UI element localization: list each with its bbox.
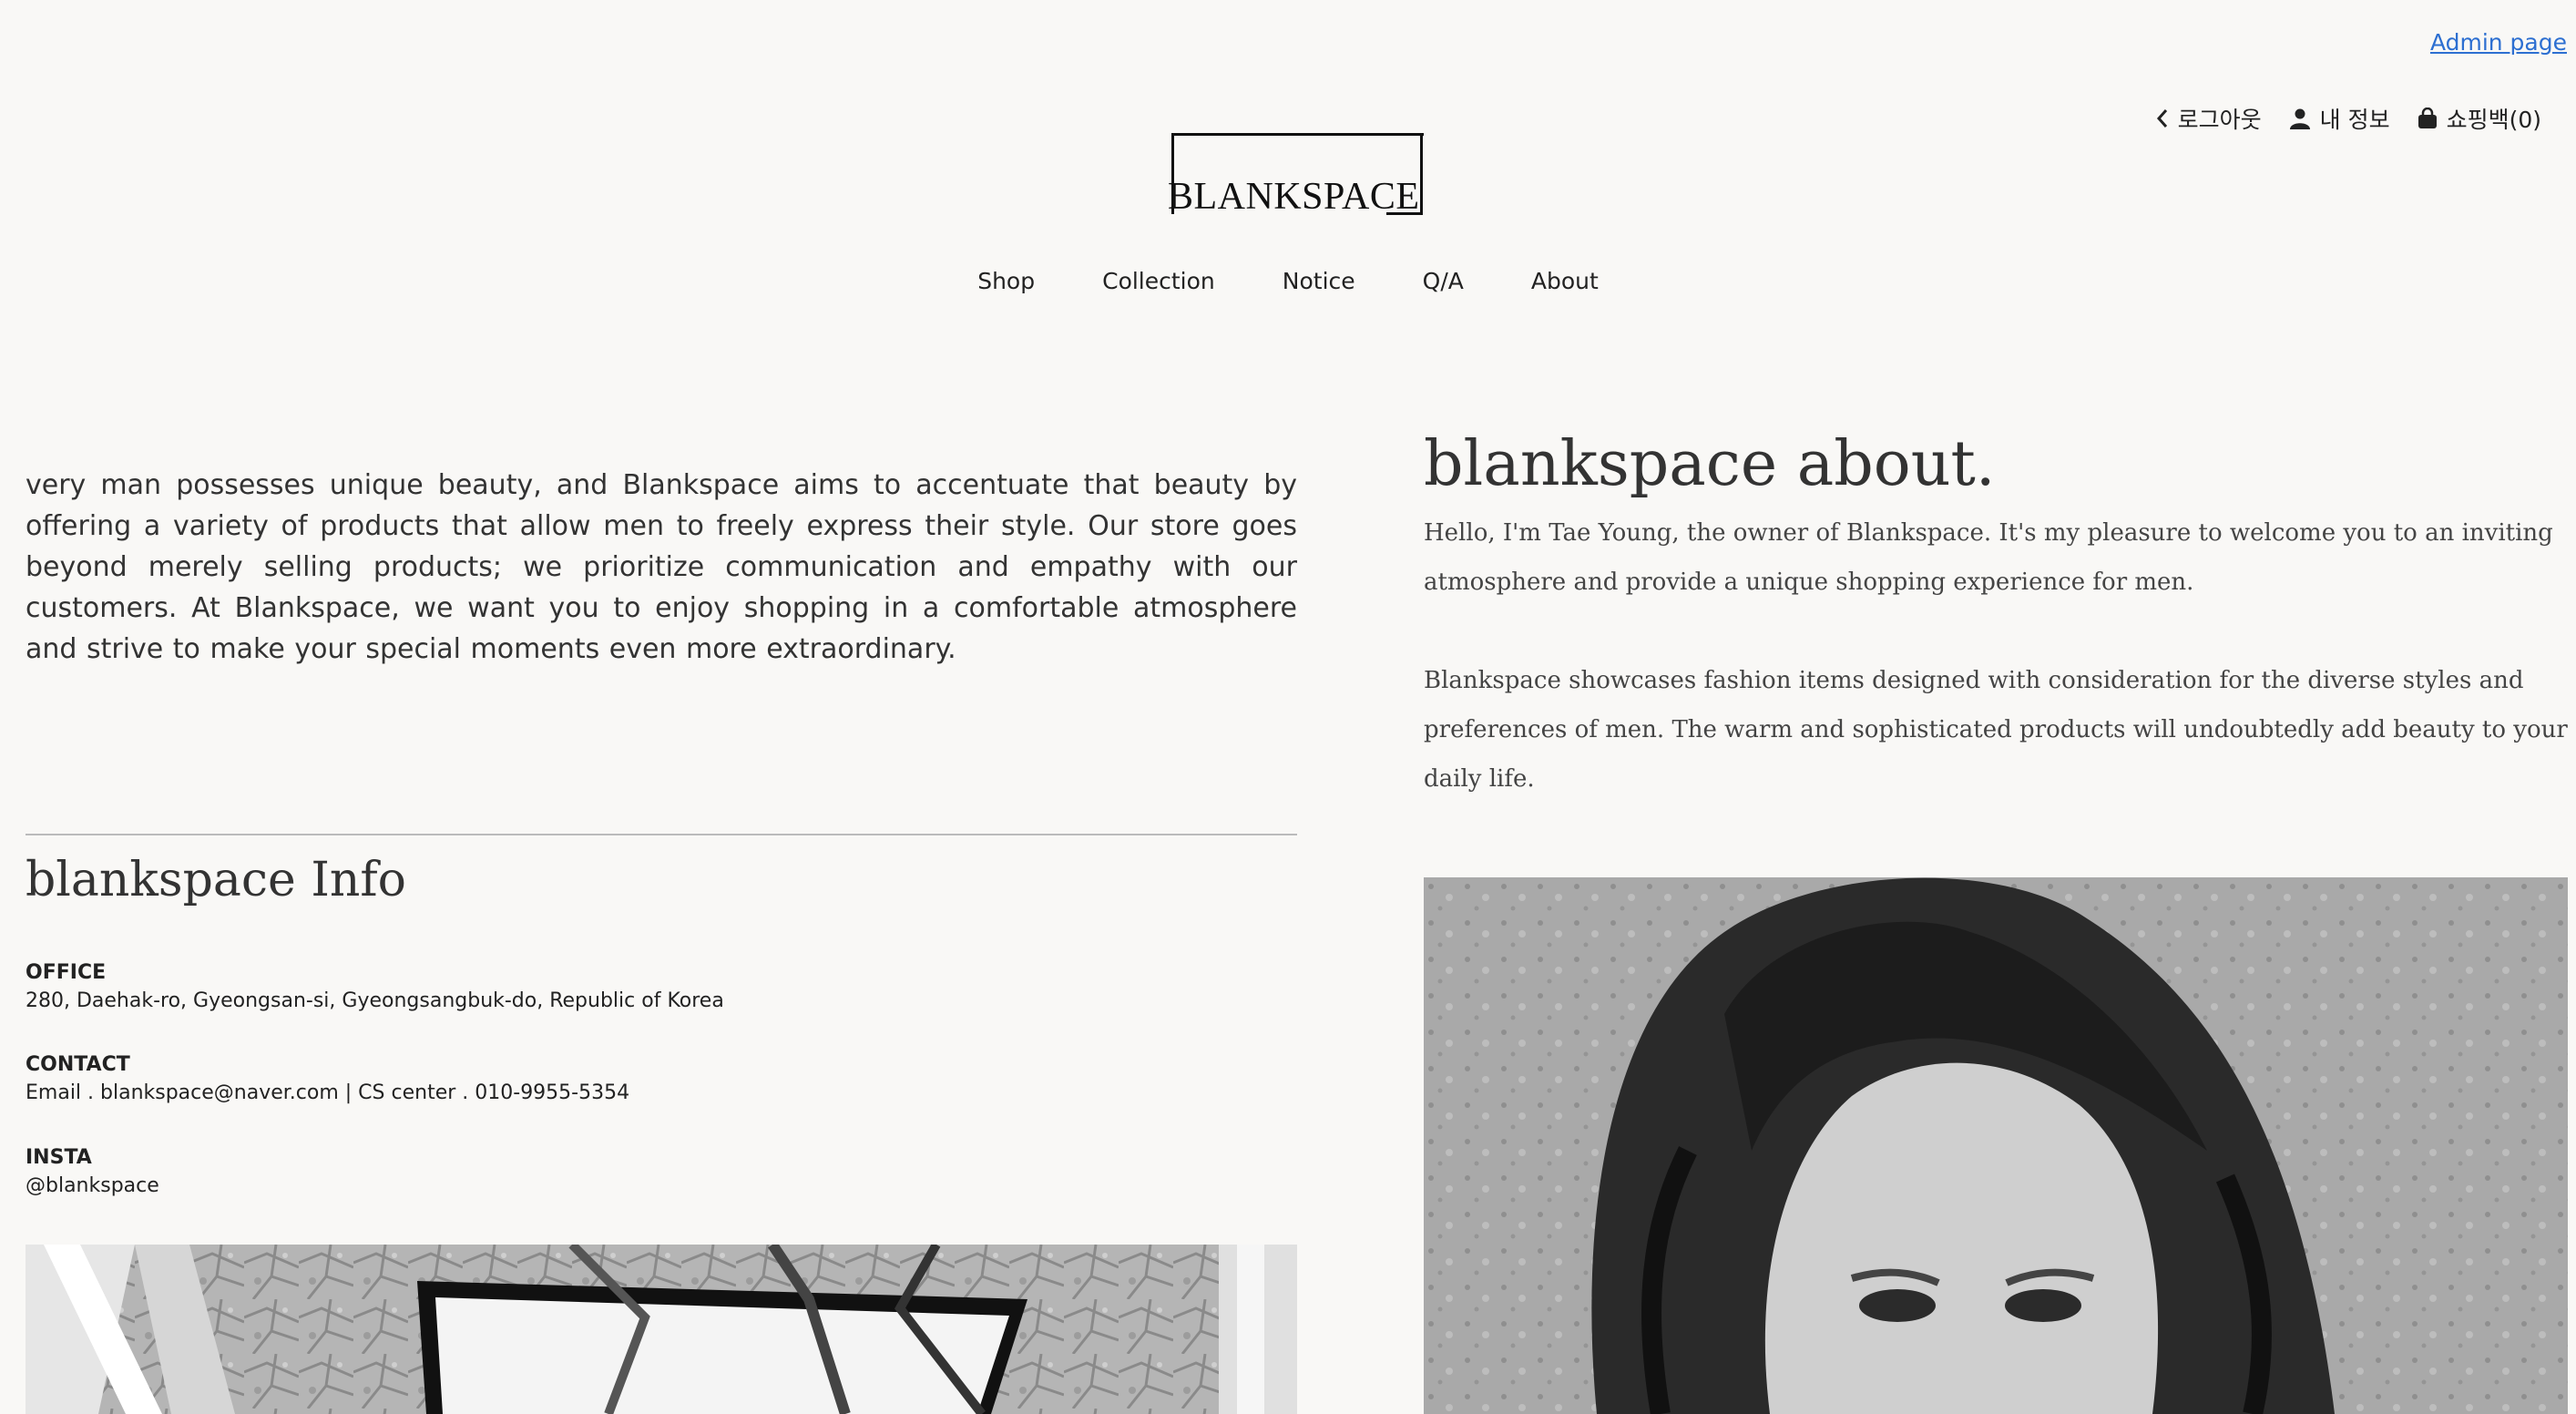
about-section: blankspace about. Hello, I'm Tae Young, … (1424, 421, 2568, 804)
contact-value: Email . blankspace@naver.com | CS center… (26, 1081, 630, 1104)
shopping-bag-label: 쇼핑백(0) (2446, 107, 2541, 133)
nav-about[interactable]: About (1531, 268, 1599, 294)
chevron-left-icon (2156, 108, 2169, 128)
contact-info: CONTACT Email . blankspace@naver.com | C… (26, 1053, 629, 1104)
intro-section: very man possesses unique beauty, and Bl… (26, 465, 1297, 670)
logout-label: 로그아웃 (2177, 107, 2262, 133)
office-value: 280, Daehak-ro, Gyeongsan-si, Gyeongsang… (26, 989, 724, 1012)
user-icon (2289, 108, 2311, 129)
nav-qa[interactable]: Q/A (1423, 268, 1464, 294)
office-info: OFFICE 280, Daehak-ro, Gyeongsan-si, Gye… (26, 961, 724, 1012)
logout-link[interactable]: 로그아웃 (2156, 102, 2262, 135)
bag-icon (2418, 108, 2438, 129)
insta-info: INSTA @blankspace (26, 1146, 159, 1197)
nav-collection[interactable]: Collection (1102, 268, 1215, 294)
about-paragraph-1: Hello, I'm Tae Young, the owner of Blank… (1424, 519, 2553, 596)
store-photo (26, 1245, 1297, 1414)
admin-page-link[interactable]: Admin page (2430, 29, 2567, 56)
intro-text: very man possesses unique beauty, and Bl… (26, 469, 1297, 665)
shopping-bag-link[interactable]: 쇼핑백(0) (2418, 102, 2541, 135)
logo-frame-right (1420, 133, 1423, 213)
about-title: blankspace about. (1424, 428, 1996, 500)
utility-nav: 로그아웃 내 정보 쇼핑백(0) (2156, 102, 2541, 135)
my-info-link[interactable]: 내 정보 (2289, 102, 2390, 135)
my-info-label: 내 정보 (2319, 107, 2390, 133)
contact-label: CONTACT (26, 1053, 130, 1076)
office-label: OFFICE (26, 961, 107, 984)
brand-logo[interactable]: BLANKSPACE (1164, 133, 1424, 218)
logo-text: BLANKSPACE (1168, 176, 1420, 218)
insta-value[interactable]: @blankspace (26, 1174, 159, 1197)
main-nav: Shop Collection Notice Q/A About (0, 268, 2576, 294)
insta-label: INSTA (26, 1146, 92, 1169)
owner-portrait (1424, 877, 2568, 1414)
section-divider (26, 834, 1297, 835)
info-title: blankspace Info (26, 853, 406, 907)
nav-shop[interactable]: Shop (977, 268, 1035, 294)
nav-notice[interactable]: Notice (1283, 268, 1355, 294)
about-paragraph-2: Blankspace showcases fashion items desig… (1424, 667, 2568, 793)
